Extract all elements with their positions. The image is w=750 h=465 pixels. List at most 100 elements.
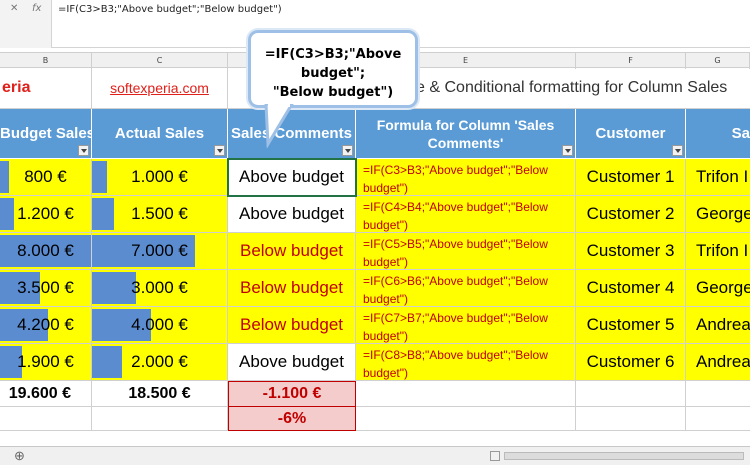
salesperson-cell[interactable]: Trifon I <box>686 233 750 270</box>
fx-button[interactable]: fx <box>32 3 41 14</box>
actual-cell[interactable]: 4.000 € <box>92 307 228 344</box>
header-budget-sales[interactable]: Budget Sales <box>0 109 92 159</box>
empty-cell-b10[interactable] <box>0 407 92 431</box>
formula-cell[interactable]: =IF(C8>B8;"Above budget";"Below budget") <box>356 344 576 381</box>
column-header-g[interactable]: G <box>686 53 750 69</box>
header-customer[interactable]: Customer <box>576 109 686 159</box>
customer-cell[interactable]: Customer 2 <box>576 196 686 233</box>
formula-cell[interactable]: =IF(C3>B3;"Above budget";"Below budget") <box>356 159 576 196</box>
comment-cell[interactable]: Below budget <box>228 270 356 307</box>
empty-cell-g9[interactable] <box>686 381 750 407</box>
website-link[interactable]: softexperia.com <box>92 80 227 96</box>
formula-input[interactable]: =IF(C3>B3;"Above budget";"Below budget") <box>58 4 282 15</box>
actual-value: 3.000 € <box>131 278 188 297</box>
actual-value: 1.500 € <box>131 204 188 223</box>
formula-cell[interactable]: =IF(C7>B7;"Above budget";"Below budget") <box>356 307 576 344</box>
column-header-f[interactable]: F <box>576 53 686 69</box>
comment-cell[interactable]: Above budget <box>228 196 356 233</box>
actual-cell[interactable]: 1.500 € <box>92 196 228 233</box>
salesperson-cell[interactable]: George <box>686 196 750 233</box>
salesperson-cell[interactable]: Andreas <box>686 307 750 344</box>
customer-cell[interactable]: Customer 5 <box>576 307 686 344</box>
budget-value: 3.500 € <box>17 278 74 297</box>
empty-cell-f9[interactable] <box>576 381 686 407</box>
total-actual-cell[interactable]: 18.500 € <box>92 381 228 407</box>
salesperson-cell[interactable]: George <box>686 270 750 307</box>
actual-value: 4.000 € <box>131 315 188 334</box>
total-budget-cell[interactable]: 19.600 € <box>0 381 92 407</box>
empty-cell-c10[interactable] <box>92 407 228 431</box>
scroll-left-button[interactable] <box>490 451 500 461</box>
header-actual-label: Actual Sales <box>114 124 205 142</box>
comment-value: Above budget <box>239 167 344 186</box>
salesperson-value: Andreas <box>696 315 750 334</box>
header-budget-label: Budget Sales <box>0 124 92 142</box>
salesperson-cell[interactable]: Andreas <box>686 344 750 381</box>
actual-cell[interactable]: 2.000 € <box>92 344 228 381</box>
formula-bar-buttons: ✕ fx <box>0 0 52 48</box>
total-diff: -1.100 € <box>262 385 322 402</box>
filter-dropdown-icon[interactable] <box>214 145 225 156</box>
total-budget: 19.600 € <box>8 384 71 402</box>
budget-cell[interactable]: 1.900 € <box>0 344 92 381</box>
formula-value: =IF(C8>B8;"Above budget";"Below budget") <box>363 348 548 380</box>
budget-cell[interactable]: 4.200 € <box>0 307 92 344</box>
header-actual-sales[interactable]: Actual Sales <box>92 109 228 159</box>
actual-cell[interactable]: 7.000 € <box>92 233 228 270</box>
actual-cell[interactable]: 1.000 € <box>92 159 228 196</box>
customer-value: Customer 2 <box>586 204 675 223</box>
header-customer-label: Customer <box>595 124 666 142</box>
formula-cell[interactable]: =IF(C4>B4;"Above budget";"Below budget") <box>356 196 576 233</box>
horizontal-scrollbar[interactable] <box>504 452 744 460</box>
customer-cell[interactable]: Customer 3 <box>576 233 686 270</box>
customer-cell[interactable]: Customer 6 <box>576 344 686 381</box>
header-salesperson[interactable]: Sa <box>686 109 750 159</box>
customer-cell[interactable]: Customer 1 <box>576 159 686 196</box>
header-formula[interactable]: Formula for Column 'Sales Comments' <box>356 109 576 159</box>
budget-cell[interactable]: 3.500 € <box>0 270 92 307</box>
link-cell[interactable]: softexperia.com <box>92 69 228 109</box>
formula-callout: =IF(C3>B3;"Above budget"; "Below budget"… <box>248 30 418 108</box>
formula-value: =IF(C4>B4;"Above budget";"Below budget") <box>363 200 548 232</box>
budget-value: 800 € <box>24 167 67 186</box>
customer-value: Customer 3 <box>586 241 675 260</box>
customer-value: Customer 1 <box>586 167 675 186</box>
comment-cell[interactable]: Below budget <box>228 307 356 344</box>
salesperson-cell[interactable]: Trifon I <box>686 159 750 196</box>
actual-cell[interactable]: 3.000 € <box>92 270 228 307</box>
empty-cell-e9[interactable] <box>356 381 576 407</box>
actual-value: 1.000 € <box>131 167 188 186</box>
comment-cell[interactable]: Above budget <box>228 344 356 381</box>
budget-cell[interactable]: 8.000 € <box>0 233 92 270</box>
empty-cell-g10[interactable] <box>686 407 750 431</box>
budget-value: 8.000 € <box>17 241 74 260</box>
column-header-c[interactable]: C <box>92 53 228 69</box>
filter-dropdown-icon[interactable] <box>672 145 683 156</box>
header-formula-label: Formula for Column 'Sales Comments' <box>376 116 555 151</box>
column-header-b[interactable]: B <box>0 53 92 69</box>
empty-cell-f10[interactable] <box>576 407 686 431</box>
filter-dropdown-icon[interactable] <box>562 145 573 156</box>
plus-circle-icon[interactable]: ⊕ <box>14 448 25 464</box>
formula-cell[interactable]: =IF(C5>B5;"Above budget";"Below budget") <box>356 233 576 270</box>
comment-cell[interactable]: Above budget <box>228 159 356 196</box>
filter-dropdown-icon[interactable] <box>342 145 353 156</box>
total-diff-cell[interactable]: -1.100 € <box>228 381 356 407</box>
budget-cell[interactable]: 800 € <box>0 159 92 196</box>
customer-cell[interactable]: Customer 4 <box>576 270 686 307</box>
budget-cell[interactable]: 1.200 € <box>0 196 92 233</box>
customer-value: Customer 5 <box>586 315 675 334</box>
callout-pointer <box>264 104 294 148</box>
total-pct-cell[interactable]: -6% <box>228 407 356 431</box>
callout-line-1: =IF(C3>B3;"Above budget"; <box>264 47 402 81</box>
formula-cell[interactable]: =IF(C6>B6;"Above budget";"Below budget") <box>356 270 576 307</box>
cancel-icon[interactable]: ✕ <box>10 3 18 14</box>
empty-cell-e10[interactable] <box>356 407 576 431</box>
brand-text: eria <box>2 79 31 96</box>
header-salesperson-label: Sa <box>731 124 750 142</box>
comment-value: Above budget <box>239 204 344 223</box>
brand-cell[interactable]: eria <box>0 69 92 109</box>
comment-cell[interactable]: Below budget <box>228 233 356 270</box>
comment-value: Below budget <box>239 315 344 334</box>
filter-dropdown-icon[interactable] <box>78 145 89 156</box>
